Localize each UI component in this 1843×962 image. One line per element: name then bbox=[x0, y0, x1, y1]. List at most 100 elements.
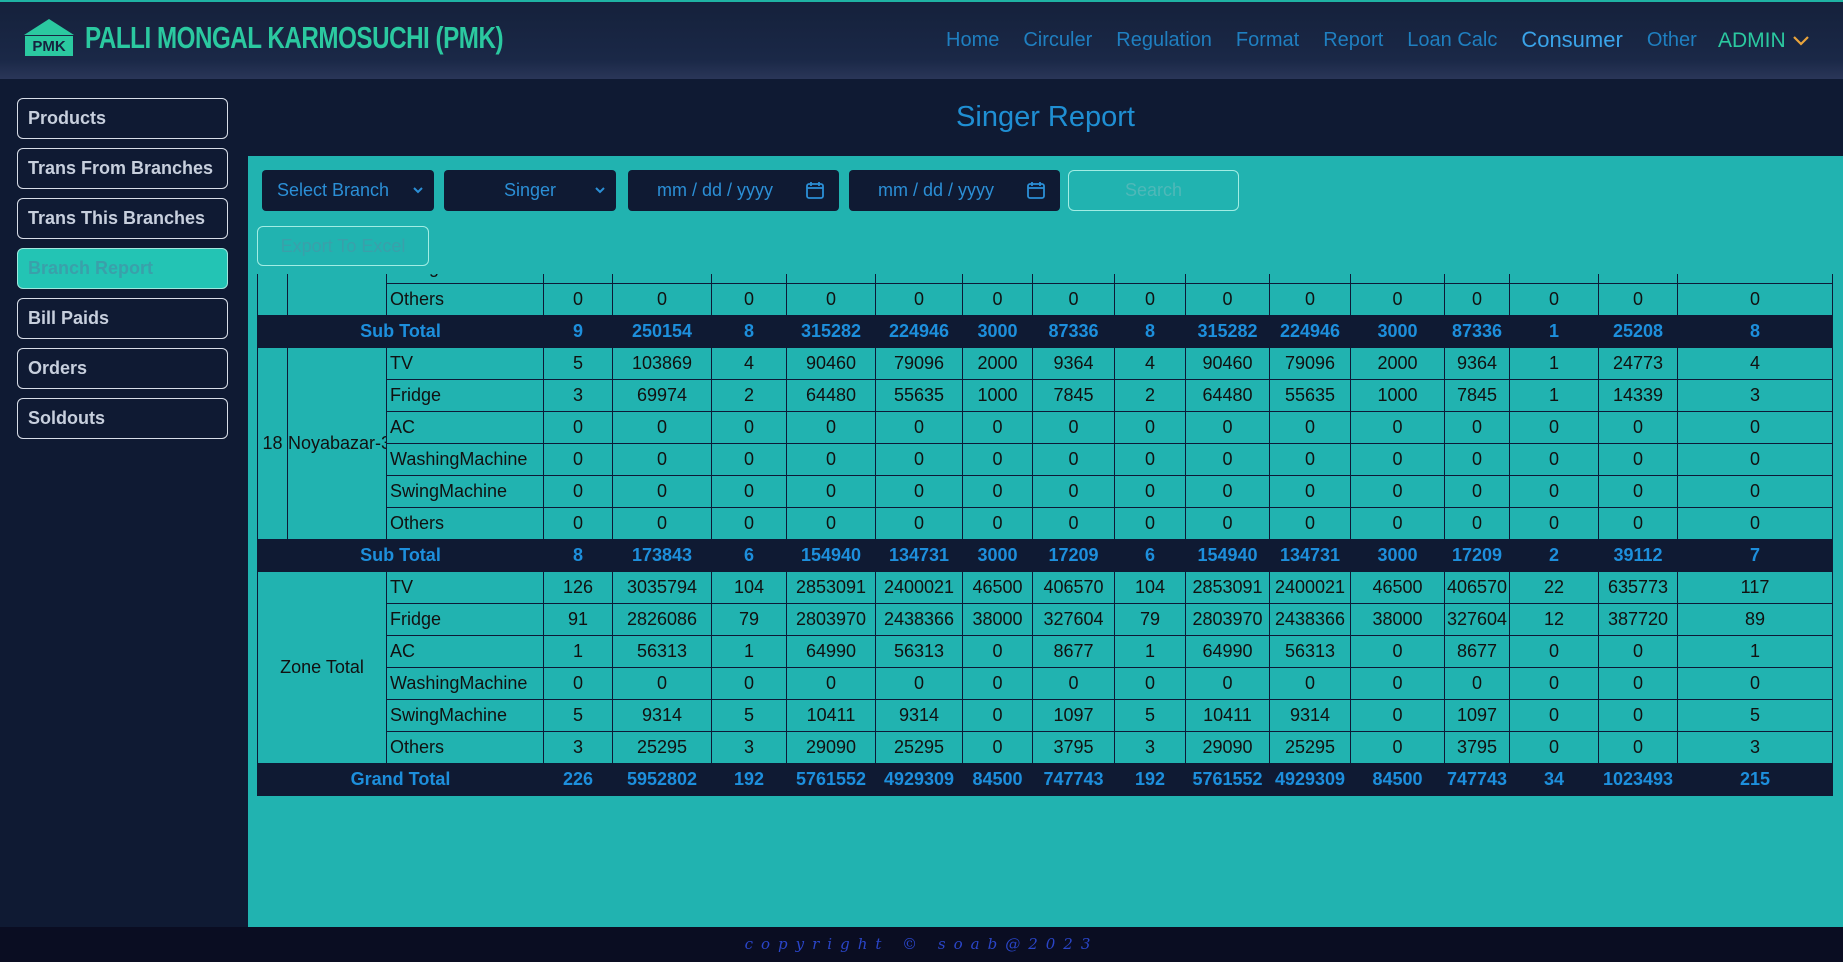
date-from-input[interactable]: mm / dd / yyyy bbox=[628, 170, 839, 211]
table-row: Others 0 0 0 0 0 0 0 0 0 0 0 0 0 0 0 bbox=[258, 507, 1833, 540]
value-cell: 104 bbox=[711, 571, 787, 604]
export-excel-button[interactable]: Export To Excel bbox=[257, 226, 429, 266]
table-row: Fridge 91 2826086 79 2803970 2438366 38000 3276… bbox=[258, 603, 1833, 636]
value-cell: 1 bbox=[543, 635, 613, 668]
value-cell: 0 bbox=[1350, 699, 1445, 732]
value-cell: 0 bbox=[1598, 411, 1678, 444]
nav-consumer[interactable]: Consumer bbox=[1521, 27, 1622, 53]
value-cell: 90460 bbox=[1185, 347, 1270, 380]
value-cell: 1097 bbox=[1032, 699, 1115, 732]
value-cell: 0 bbox=[1598, 475, 1678, 508]
value-cell: 0 bbox=[612, 283, 712, 316]
value-cell: 0 bbox=[875, 475, 963, 508]
value-cell: 9 bbox=[543, 315, 613, 348]
value-cell: 226 bbox=[543, 763, 613, 796]
value-cell: 3 bbox=[1677, 379, 1833, 412]
value-cell: 1 bbox=[1509, 347, 1599, 380]
value-cell: 0 bbox=[1350, 635, 1445, 668]
value-cell: 8 bbox=[1677, 315, 1833, 348]
table-row: Fridge 3 69974 2 64480 55635 1000 7845 2 64480 556… bbox=[258, 379, 1833, 412]
product-cell: SwingMachine bbox=[386, 699, 544, 732]
value-cell: 2000 bbox=[962, 347, 1033, 380]
value-cell: 2826086 bbox=[612, 603, 712, 636]
value-cell: 1000 bbox=[1350, 379, 1445, 412]
value-cell: 0 bbox=[962, 699, 1033, 732]
sidebar-item-bill-paids[interactable]: Bill Paids bbox=[17, 298, 228, 339]
value-cell: 4 bbox=[711, 347, 787, 380]
footer: copyright © soab@2023 bbox=[0, 927, 1843, 962]
branch-select[interactable]: Select Branch bbox=[262, 170, 434, 211]
nav-report[interactable]: Report bbox=[1323, 29, 1383, 52]
value-cell: 4 bbox=[1114, 347, 1186, 380]
value-cell: 5 bbox=[543, 347, 613, 380]
value-cell: 0 bbox=[1269, 667, 1351, 700]
report-table-scroll[interactable]: SwingMachine000000000000000Others0000000… bbox=[257, 274, 1833, 805]
sidebar-item-trans-this-branches[interactable]: Trans This Branches bbox=[17, 198, 228, 239]
svg-text:PMK: PMK bbox=[32, 38, 66, 55]
value-cell: 0 bbox=[1444, 507, 1510, 540]
calendar-icon[interactable] bbox=[1026, 180, 1046, 200]
value-cell: 46500 bbox=[962, 571, 1033, 604]
search-button[interactable]: Search bbox=[1068, 170, 1239, 211]
value-cell: 14339 bbox=[1598, 379, 1678, 412]
value-cell: 0 bbox=[1509, 283, 1599, 316]
nav-loan-calc[interactable]: Loan Calc bbox=[1407, 29, 1497, 52]
value-cell: 0 bbox=[1114, 667, 1186, 700]
nav-regulation[interactable]: Regulation bbox=[1116, 29, 1212, 52]
value-cell: 0 bbox=[962, 507, 1033, 540]
sidebar-item-branch-report[interactable]: Branch Report bbox=[17, 248, 228, 289]
chevron-down-icon bbox=[595, 187, 605, 194]
value-cell: 3000 bbox=[962, 315, 1033, 348]
value-cell: 64480 bbox=[786, 379, 876, 412]
value-cell: 0 bbox=[1677, 443, 1833, 476]
value-cell: 9314 bbox=[612, 699, 712, 732]
brand[interactable]: PMK PALLI MONGAL KARMOSUCHI (PMK) bbox=[22, 16, 621, 60]
value-cell: 0 bbox=[1677, 475, 1833, 508]
value-cell: 0 bbox=[875, 443, 963, 476]
sidebar-item-products[interactable]: Products bbox=[17, 98, 228, 139]
value-cell: 0 bbox=[1350, 507, 1445, 540]
table-row: SwingMachine000000000000000 bbox=[258, 475, 1833, 508]
value-cell: 8 bbox=[543, 539, 613, 572]
value-cell: 0 bbox=[612, 443, 712, 476]
value-cell: 315282 bbox=[1185, 315, 1270, 348]
pmk-logo-icon: PMK bbox=[24, 19, 74, 56]
value-cell: 0 bbox=[786, 443, 876, 476]
nav-other[interactable]: Other bbox=[1647, 29, 1697, 52]
nav-home[interactable]: Home bbox=[946, 29, 999, 52]
value-cell: 0 bbox=[1677, 507, 1833, 540]
sidebar-item-orders[interactable]: Orders bbox=[17, 348, 228, 389]
value-cell: 7845 bbox=[1032, 379, 1115, 412]
value-cell: 327604 bbox=[1032, 603, 1115, 636]
calendar-icon[interactable] bbox=[805, 180, 825, 200]
value-cell: 3035794 bbox=[612, 571, 712, 604]
sidebar-item-soldouts[interactable]: Soldouts bbox=[17, 398, 228, 439]
value-cell: 9364 bbox=[1444, 347, 1510, 380]
value-cell: 0 bbox=[612, 411, 712, 444]
subtotal-row: Sub Total 8 173843 6 154940 134731 3000 17209 6 1… bbox=[257, 539, 1833, 572]
brand-select[interactable]: Singer bbox=[444, 170, 616, 211]
value-cell: 5 bbox=[1114, 699, 1186, 732]
value-cell: 7 bbox=[1677, 539, 1833, 572]
nav-format[interactable]: Format bbox=[1236, 29, 1299, 52]
value-cell: 327604 bbox=[1444, 603, 1510, 636]
date-to-input[interactable]: mm / dd / yyyy bbox=[849, 170, 1060, 211]
product-cell: Others bbox=[386, 283, 544, 316]
date-from-placeholder: mm / dd / yyyy bbox=[657, 180, 774, 200]
value-cell: 10411 bbox=[786, 699, 876, 732]
value-cell: 24773 bbox=[1598, 347, 1678, 380]
value-cell: 5761552 bbox=[1185, 763, 1270, 796]
value-cell: 0 bbox=[1185, 507, 1270, 540]
table-row: AC 1 56313 1 64990 56313 0 8677 1 64990 56313 0 8677… bbox=[258, 635, 1833, 668]
value-cell: 0 bbox=[543, 667, 613, 700]
value-cell: 5952802 bbox=[612, 763, 712, 796]
sidebar-item-trans-from-branches[interactable]: Trans From Branches bbox=[17, 148, 228, 189]
value-cell: 5761552 bbox=[786, 763, 876, 796]
nav-circuler[interactable]: Circuler bbox=[1023, 29, 1092, 52]
value-cell: 2853091 bbox=[1185, 571, 1270, 604]
value-cell: 0 bbox=[875, 274, 963, 284]
value-cell: 0 bbox=[1677, 411, 1833, 444]
user-menu[interactable]: ADMIN bbox=[1718, 29, 1810, 53]
value-cell: 0 bbox=[1350, 443, 1445, 476]
value-cell: 0 bbox=[875, 507, 963, 540]
